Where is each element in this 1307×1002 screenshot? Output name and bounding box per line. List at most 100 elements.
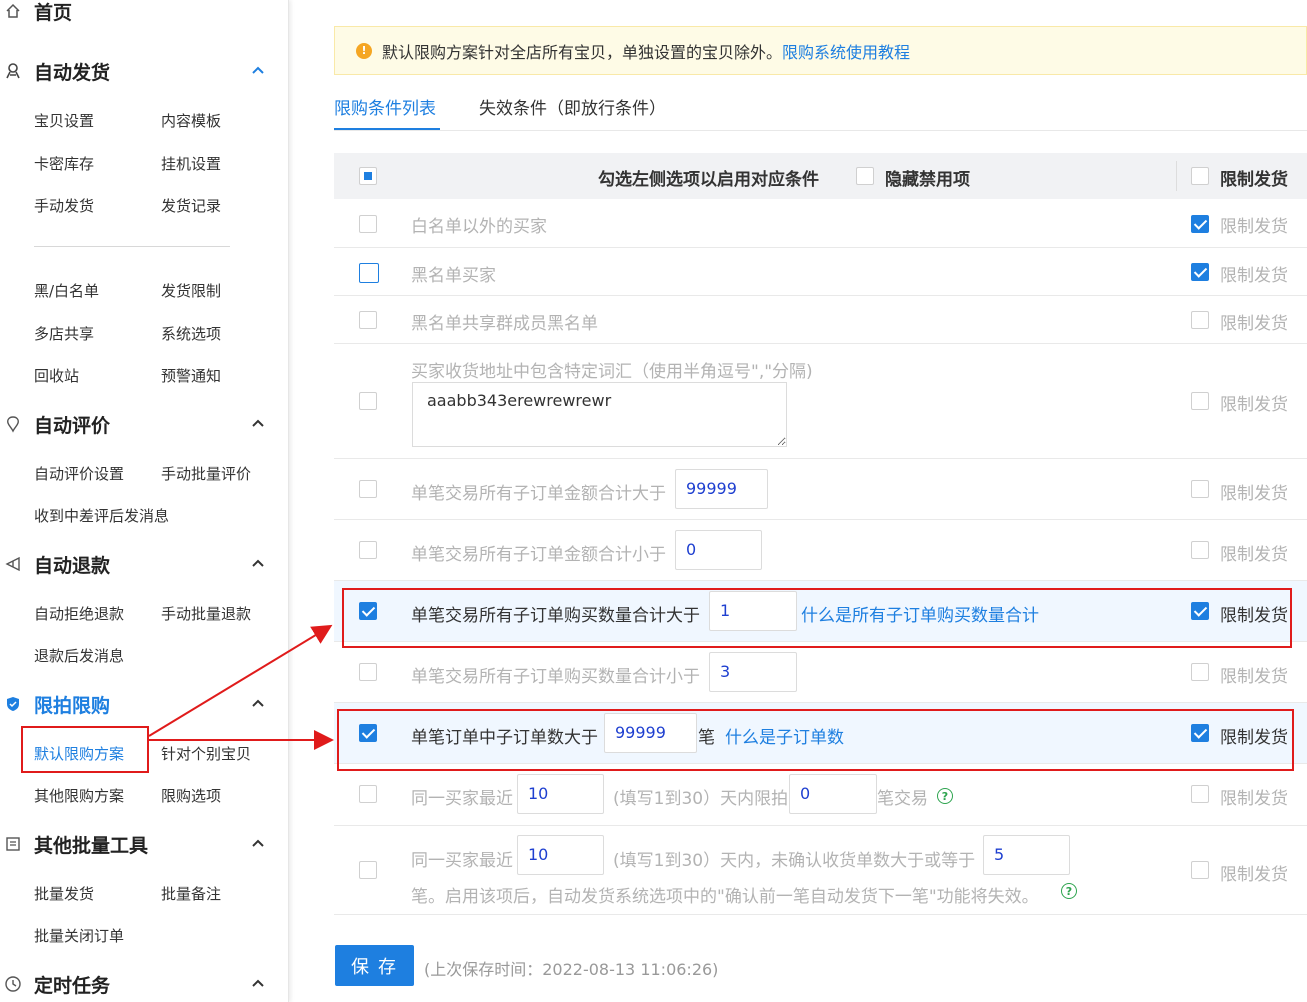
nav-item[interactable]: 自动拒绝退款 (34, 603, 124, 624)
quantity-greater-input[interactable]: 1 (709, 591, 797, 631)
limit-checkbox[interactable] (1191, 602, 1209, 620)
row-label: 单笔交易所有子订单购买数量合计大于 (411, 606, 700, 626)
header-divider (1176, 161, 1177, 191)
nav-item[interactable]: 宝贝设置 (34, 110, 94, 131)
row-enable-checkbox[interactable] (359, 311, 377, 329)
nav-item[interactable]: 批量发货 (34, 883, 94, 904)
nav-item[interactable]: 批量关闭订单 (34, 925, 124, 946)
row-enable-checkbox[interactable] (359, 392, 377, 410)
chevron-up-icon[interactable] (250, 416, 266, 432)
nav-item[interactable]: 限购选项 (161, 785, 221, 806)
section-title: 定时任务 (34, 974, 111, 997)
amount-less-input[interactable]: 0 (675, 530, 762, 570)
limit-checkbox[interactable] (1191, 724, 1209, 742)
help-icon[interactable]: ? (1061, 883, 1077, 899)
help-link[interactable]: 什么是所有子订单购买数量合计 (801, 601, 1039, 626)
unconfirmed-count-input[interactable]: 5 (983, 835, 1070, 875)
limit-checkbox[interactable] (1191, 785, 1209, 803)
limit-checkbox[interactable] (1191, 263, 1209, 281)
limit-label: 限制发货 (1220, 667, 1288, 687)
nav-section-scheduled[interactable]: 定时任务 (0, 969, 288, 999)
nav-section-batch-tools[interactable]: 其他批量工具 (0, 829, 288, 859)
chevron-up-icon[interactable] (250, 556, 266, 572)
nav-item[interactable]: 退款后发消息 (34, 645, 124, 666)
notice-text: 默认限购方案针对全店所有宝贝，单独设置的宝贝除外。 (382, 42, 783, 62)
section-title: 限拍限购 (34, 694, 111, 717)
hide-disabled-label: 隐藏禁用项 (885, 170, 970, 190)
nav-item[interactable]: 手动发货 (34, 195, 94, 216)
help-link[interactable]: 什么是子订单数 (725, 723, 844, 748)
limit-checkbox[interactable] (1191, 480, 1209, 498)
nav-item[interactable]: 系统选项 (161, 323, 221, 344)
limit-label: 限制发货 (1220, 217, 1288, 237)
help-icon[interactable]: ? (937, 788, 953, 804)
hide-disabled-checkbox[interactable] (856, 167, 874, 185)
nav-item[interactable]: 黑/白名单 (34, 280, 99, 301)
limit-count-input[interactable]: 0 (789, 774, 877, 814)
row-label: 笔交易 (877, 789, 928, 809)
nav-item[interactable]: 收到中差评后发消息 (34, 505, 169, 526)
limit-checkbox[interactable] (1191, 861, 1209, 879)
nav-section-auto-ship[interactable]: 自动发货 (0, 56, 288, 86)
nav-item[interactable]: 自动评价设置 (34, 463, 124, 484)
chevron-up-icon[interactable] (250, 976, 266, 992)
sidebar: 首页 自动发货 宝贝设置 内容模板 卡密库存 挂机设置 手动发货 发货记录 黑/… (0, 0, 289, 1002)
nav-item[interactable]: 手动批量评价 (161, 463, 251, 484)
last-saved-time: (上次保存时间：2022-08-13 11:06:26) (424, 960, 719, 979)
nav-section-auto-refund[interactable]: 自动退款 (0, 549, 288, 579)
thumb-icon (3, 414, 23, 434)
table-row: 黑名单买家 限制发货 (334, 248, 1307, 296)
nav-section-auto-review[interactable]: 自动评价 (0, 409, 288, 439)
nav-item[interactable]: 针对个别宝贝 (161, 743, 251, 764)
row-enable-checkbox[interactable] (359, 724, 377, 742)
days-input[interactable]: 10 (517, 835, 604, 875)
nav-item-default-plan[interactable]: 默认限购方案 (34, 743, 124, 764)
save-button[interactable]: 保 存 (335, 945, 414, 986)
nav-item[interactable]: 挂机设置 (161, 153, 221, 174)
limit-all-checkbox[interactable] (1191, 167, 1209, 185)
row-enable-checkbox[interactable] (359, 602, 377, 620)
suborder-count-input[interactable]: 99999 (604, 713, 697, 753)
select-all-checkbox[interactable] (359, 167, 377, 185)
nav-item[interactable]: 发货限制 (161, 280, 221, 301)
address-keywords-textarea[interactable]: aaabb343erewrewrewr (412, 382, 787, 447)
nav-item[interactable]: 其他限购方案 (34, 785, 124, 806)
row-enable-checkbox[interactable] (359, 263, 379, 283)
nav-item[interactable]: 批量备注 (161, 883, 221, 904)
row-enable-checkbox[interactable] (359, 541, 377, 559)
limit-checkbox[interactable] (1191, 215, 1209, 233)
days-input[interactable]: 10 (517, 774, 604, 814)
nav-item[interactable]: 预警通知 (161, 365, 221, 386)
nav-home[interactable]: 首页 (0, 0, 288, 26)
nav-item[interactable]: 手动批量退款 (161, 603, 251, 624)
chevron-up-icon[interactable] (250, 696, 266, 712)
nav-item[interactable]: 多店共享 (34, 323, 94, 344)
amount-greater-input[interactable]: 99999 (675, 469, 768, 509)
nav-section-purchase-limit[interactable]: 限拍限购 (0, 689, 288, 719)
limit-checkbox[interactable] (1191, 311, 1209, 329)
nav-item[interactable]: 卡密库存 (34, 153, 94, 174)
nav-item[interactable]: 内容模板 (161, 110, 221, 131)
row-enable-checkbox[interactable] (359, 480, 377, 498)
quantity-less-input[interactable]: 3 (709, 652, 797, 692)
nav-item[interactable]: 回收站 (34, 365, 79, 386)
tab-release-conditions[interactable]: 失效条件（即放行条件） (479, 94, 666, 119)
row-enable-checkbox[interactable] (359, 663, 377, 681)
limit-checkbox[interactable] (1191, 663, 1209, 681)
row-enable-checkbox[interactable] (359, 215, 377, 233)
table-row: 黑名单共享群成员黑名单 限制发货 (334, 296, 1307, 344)
table-row: 白名单以外的买家 限制发货 (334, 199, 1307, 248)
row-label: 白名单以外的买家 (411, 217, 547, 237)
tutorial-link[interactable]: 限购系统使用教程 (782, 39, 910, 63)
row-enable-checkbox[interactable] (359, 785, 377, 803)
limit-checkbox[interactable] (1191, 392, 1209, 410)
limit-checkbox[interactable] (1191, 541, 1209, 559)
chevron-up-icon[interactable] (250, 836, 266, 852)
nav-item[interactable]: 发货记录 (161, 195, 221, 216)
limit-label: 限制发货 (1220, 484, 1288, 504)
row-enable-checkbox[interactable] (359, 861, 377, 879)
table-row: 单笔交易所有子订单金额合计小于 0 限制发货 (334, 520, 1307, 581)
chevron-up-icon[interactable] (250, 63, 266, 79)
limit-label: 限制发货 (1220, 728, 1288, 748)
tab-limit-conditions[interactable]: 限购条件列表 (334, 94, 436, 119)
